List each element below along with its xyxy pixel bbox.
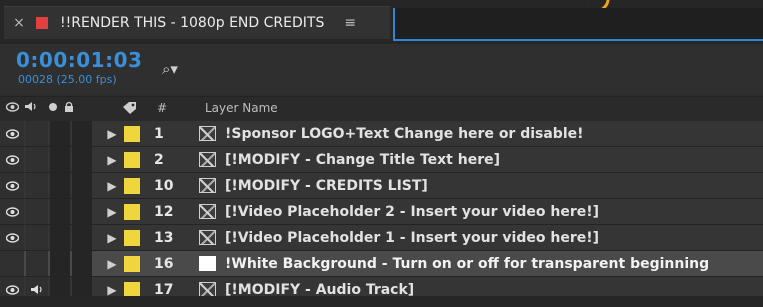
visibility-toggle[interactable] (0, 199, 24, 224)
layer-number: 12 (154, 203, 174, 220)
layer-number-header: # (157, 101, 168, 115)
label-color-square (124, 255, 140, 272)
layer-row[interactable]: ▶ 10 [!MODIFY - CREDITS LIST] (0, 173, 763, 199)
label-color-swatch[interactable] (124, 225, 142, 250)
layer-name[interactable]: !White Background - Turn on or off for t… (225, 251, 755, 276)
expand-twirl-icon[interactable]: ▶ (104, 199, 120, 224)
solo-icon[interactable] (48, 101, 58, 115)
lock-icon[interactable] (64, 101, 74, 116)
speaker-icon (31, 285, 42, 294)
visibility-toggle[interactable] (0, 121, 24, 146)
solo-toggle[interactable] (50, 225, 70, 250)
label-color-square (124, 229, 140, 246)
layer-name[interactable]: [!Video Placeholder 2 - Insert your vide… (225, 199, 755, 224)
solo-toggle[interactable] (50, 251, 70, 276)
expand-twirl-icon[interactable]: ▶ (104, 225, 120, 250)
speaker-icon[interactable] (24, 101, 38, 115)
solo-toggle[interactable] (50, 147, 70, 172)
composition-icon (199, 147, 219, 172)
label-color-swatch[interactable] (124, 251, 142, 276)
eye-icon (5, 180, 19, 191)
visibility-toggle[interactable] (0, 173, 24, 198)
composition-icon (199, 173, 219, 198)
label-color-swatch[interactable] (124, 199, 142, 224)
audio-toggle[interactable] (26, 121, 48, 146)
eye-icon[interactable] (5, 101, 20, 115)
layer-number: 13 (154, 229, 174, 246)
lock-toggle[interactable] (72, 199, 92, 224)
expand-twirl-icon[interactable]: ▶ (104, 173, 120, 198)
search-icon[interactable]: ⌕▾ (162, 60, 178, 78)
composition-tab-title[interactable]: !!RENDER THIS - 1080p END CREDITS (60, 15, 324, 31)
layer-number: 1 (154, 125, 164, 142)
label-color-square (124, 125, 140, 142)
visibility-toggle[interactable] (0, 225, 24, 250)
layer-list: ▶ 1 !Sponsor LOGO+Text Change here or disa… (0, 121, 763, 303)
layer-number: 16 (154, 255, 174, 272)
solo-toggle[interactable] (50, 173, 70, 198)
composition-tab[interactable]: × !!RENDER THIS - 1080p END CREDITS ≡ (4, 6, 390, 39)
layer-row[interactable]: ▶ 2 [!MODIFY - Change Title Text here] (0, 147, 763, 173)
eye-icon (5, 284, 19, 295)
panel-footer (0, 296, 763, 307)
visibility-toggle[interactable] (0, 147, 24, 172)
composition-icon (199, 121, 219, 146)
eye-icon (5, 128, 19, 139)
time-display-area: 0:00:01:03 00028 (25.00 fps) ⌕▾ (0, 44, 763, 94)
composition-color-swatch (36, 17, 48, 29)
visibility-toggle[interactable] (0, 251, 24, 276)
close-icon[interactable]: × (12, 15, 26, 31)
layer-row[interactable]: ▶ 16 !White Background - Turn on or off fo… (0, 251, 763, 277)
composition-icon (199, 199, 219, 224)
frame-count-display: 00028 (25.00 fps) (18, 73, 117, 86)
audio-toggle[interactable] (26, 199, 48, 224)
layer-name-header[interactable]: Layer Name (205, 101, 278, 115)
panel-menu-icon[interactable]: ≡ (344, 15, 356, 31)
label-color-square (124, 203, 140, 220)
solo-toggle[interactable] (50, 121, 70, 146)
audio-toggle[interactable] (26, 225, 48, 250)
label-color-square (124, 177, 140, 194)
label-tag-icon[interactable] (122, 101, 138, 118)
label-color-swatch[interactable] (124, 147, 142, 172)
layer-number: 10 (154, 177, 174, 194)
tab-bar-empty-area (393, 8, 763, 41)
layer-name[interactable]: [!MODIFY - Change Title Text here] (225, 147, 755, 172)
lock-toggle[interactable] (72, 147, 92, 172)
solo-toggle[interactable] (50, 199, 70, 224)
lock-toggle[interactable] (72, 225, 92, 250)
lock-toggle[interactable] (72, 173, 92, 198)
expand-twirl-icon[interactable]: ▶ (104, 147, 120, 172)
eye-icon (5, 232, 19, 243)
layer-row[interactable]: ▶ 13 [!Video Placeholder 1 - Insert your v… (0, 225, 763, 251)
composition-icon (199, 225, 219, 250)
current-time-display[interactable]: 0:00:01:03 (16, 48, 142, 72)
layer-row[interactable]: ▶ 12 [!Video Placeholder 2 - Insert your v… (0, 199, 763, 225)
solid-layer-icon (199, 251, 219, 276)
label-color-square (124, 151, 140, 168)
layer-number: 2 (154, 151, 164, 168)
eye-icon (5, 206, 19, 217)
layer-name[interactable]: !Sponsor LOGO+Text Change here or disabl… (225, 121, 755, 146)
layer-name[interactable]: [!Video Placeholder 1 - Insert your vide… (225, 225, 755, 250)
panel-tab-bar: × !!RENDER THIS - 1080p END CREDITS ≡ (0, 0, 763, 44)
audio-toggle[interactable] (26, 173, 48, 198)
eye-icon (5, 154, 19, 165)
label-color-swatch[interactable] (124, 121, 142, 146)
lock-toggle[interactable] (72, 121, 92, 146)
lock-toggle[interactable] (72, 251, 92, 276)
audio-toggle[interactable] (26, 251, 48, 276)
layer-column-header: # Layer Name (0, 96, 763, 122)
audio-toggle[interactable] (26, 147, 48, 172)
expand-twirl-icon[interactable]: ▶ (104, 121, 120, 146)
layer-name[interactable]: [!MODIFY - CREDITS LIST] (225, 173, 755, 198)
expand-twirl-icon[interactable]: ▶ (104, 251, 120, 276)
label-color-swatch[interactable] (124, 173, 142, 198)
layer-row[interactable]: ▶ 1 !Sponsor LOGO+Text Change here or disa… (0, 121, 763, 147)
